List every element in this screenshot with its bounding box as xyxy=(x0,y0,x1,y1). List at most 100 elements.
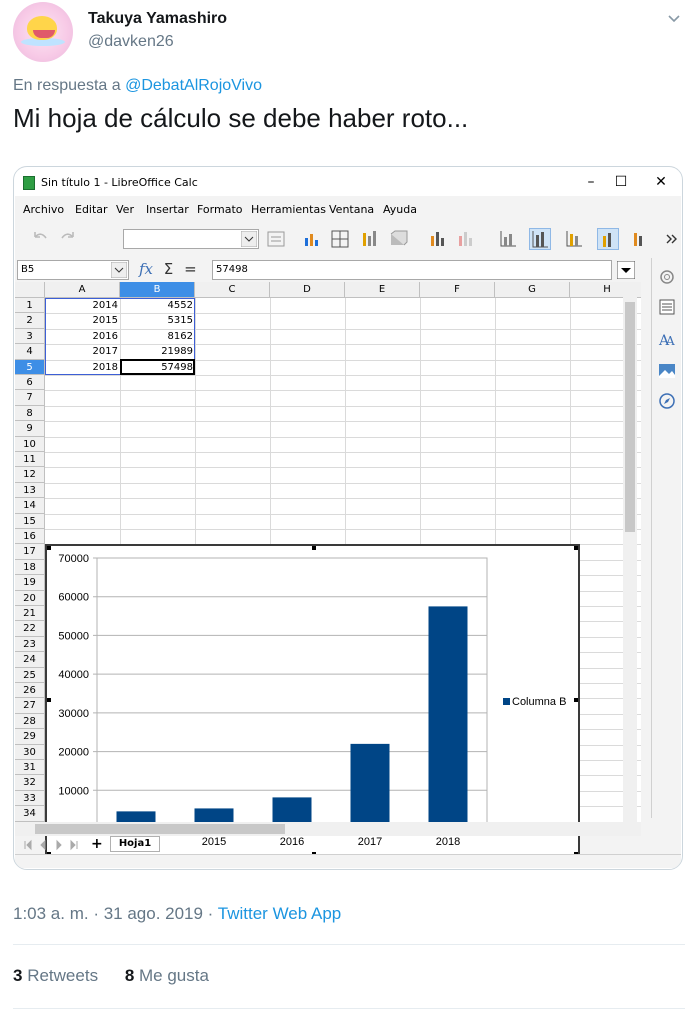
row-header[interactable]: 14 xyxy=(15,498,45,514)
toolbar-overflow-icon[interactable] xyxy=(665,228,679,250)
row-header[interactable]: 24 xyxy=(15,652,45,668)
row-header[interactable]: 25 xyxy=(15,667,45,683)
row-header[interactable]: 23 xyxy=(15,636,45,653)
horizontal-scrollbar[interactable] xyxy=(15,822,641,836)
gallery-icon[interactable] xyxy=(658,362,676,380)
row-header[interactable]: 4 xyxy=(15,344,45,360)
expand-formula-icon[interactable] xyxy=(617,261,635,279)
col-header-g[interactable]: G xyxy=(495,282,570,298)
close-button[interactable]: ✕ xyxy=(651,172,671,192)
row-header[interactable]: 8 xyxy=(15,405,45,422)
grid-line xyxy=(45,467,641,469)
row-header[interactable]: 1 xyxy=(15,298,45,314)
col-header-e[interactable]: E xyxy=(345,282,420,298)
menu-ventana[interactable]: Ventana xyxy=(329,203,374,216)
menu-ayuda[interactable]: Ayuda xyxy=(383,203,417,216)
row-header[interactable]: 6 xyxy=(15,375,45,391)
col-header-d[interactable]: D xyxy=(270,282,345,298)
row-header[interactable]: 7 xyxy=(15,390,45,406)
menu-herramientas[interactable]: Herramientas xyxy=(251,203,326,216)
vertical-scrollbar[interactable] xyxy=(623,282,637,822)
chart-grid-icon[interactable] xyxy=(329,228,351,250)
style-combo[interactable] xyxy=(123,229,259,249)
chart-3d-icon[interactable] xyxy=(387,228,409,250)
vertical-scroll-thumb[interactable] xyxy=(625,302,635,532)
row-header[interactable]: 29 xyxy=(15,729,45,745)
reply-to-link[interactable]: @DebatAlRojoVivo xyxy=(125,77,262,94)
col-header-f[interactable]: F xyxy=(420,282,495,298)
row-header[interactable]: 31 xyxy=(15,760,45,776)
name-box[interactable]: B5 xyxy=(17,260,129,280)
equals-icon[interactable]: = xyxy=(184,260,197,278)
likes-stat[interactable]: 8 Me gusta xyxy=(125,966,209,985)
chart-vgrid-icon[interactable] xyxy=(563,228,585,250)
row-header[interactable]: 12 xyxy=(15,467,45,483)
row-header[interactable]: 3 xyxy=(15,328,45,345)
format-icon[interactable] xyxy=(265,228,287,250)
menu-ver[interactable]: Ver xyxy=(116,203,134,216)
maximize-button[interactable]: ☐ xyxy=(611,172,631,192)
chart-title-icon[interactable] xyxy=(427,228,449,250)
sheet-tab[interactable]: Hoja1 xyxy=(110,836,160,852)
row-header[interactable]: 33 xyxy=(15,790,45,807)
chart-type-icon[interactable] xyxy=(301,228,323,250)
function-wizard-icon[interactable]: fx xyxy=(139,260,153,278)
author-handle[interactable]: @davken26 xyxy=(88,33,174,51)
chart-legend-icon[interactable] xyxy=(455,228,477,250)
row-header[interactable]: 15 xyxy=(15,513,45,529)
col-header-c[interactable]: C xyxy=(195,282,270,298)
sum-icon[interactable]: Σ xyxy=(164,260,173,278)
row-header[interactable]: 34 xyxy=(15,806,45,822)
undo-icon[interactable] xyxy=(29,228,51,250)
col-header-a[interactable]: A xyxy=(45,282,120,298)
avatar[interactable] xyxy=(13,2,73,62)
row-header[interactable]: 32 xyxy=(15,775,45,791)
row-header[interactable]: 27 xyxy=(15,698,45,714)
properties-icon[interactable] xyxy=(658,298,676,316)
row-header[interactable]: 19 xyxy=(15,575,45,591)
menu-editar[interactable]: Editar xyxy=(75,203,108,216)
row-header[interactable]: 26 xyxy=(15,683,45,699)
chart-data-table-icon[interactable] xyxy=(629,228,651,250)
row-header[interactable]: 28 xyxy=(15,713,45,730)
row-header[interactable]: 9 xyxy=(15,421,45,437)
chart-axes-icon[interactable] xyxy=(497,228,519,250)
row-header[interactable]: 5 xyxy=(15,359,45,375)
row-header[interactable]: 21 xyxy=(15,606,45,622)
row-header[interactable]: 18 xyxy=(15,559,45,576)
formula-input[interactable]: 57498 xyxy=(212,260,612,280)
row-header[interactable]: 30 xyxy=(15,744,45,760)
author-name[interactable]: Takuya Yamashiro xyxy=(88,10,227,28)
add-sheet-icon[interactable]: + xyxy=(91,836,103,852)
row-header[interactable]: 20 xyxy=(15,590,45,606)
tweet-time[interactable]: 1:03 a. m. · 31 ago. 2019 · xyxy=(13,904,213,923)
gear-icon[interactable] xyxy=(658,268,676,286)
row-header[interactable]: 10 xyxy=(15,436,45,452)
row-header[interactable]: 2 xyxy=(15,313,45,329)
chart-area-button[interactable] xyxy=(597,228,619,250)
embedded-chart[interactable]: 0100002000030000400005000060000700002014… xyxy=(45,544,580,858)
menu-formato[interactable]: Formato xyxy=(197,203,243,216)
row-header[interactable]: 13 xyxy=(15,482,45,499)
select-all-corner[interactable] xyxy=(15,282,45,298)
menu-insertar[interactable]: Insertar xyxy=(146,203,189,216)
chart-hgrid-button[interactable] xyxy=(529,228,551,250)
navigator-icon[interactable] xyxy=(658,392,676,410)
col-header-b[interactable]: B xyxy=(120,282,195,298)
horizontal-scroll-thumb[interactable] xyxy=(35,824,285,834)
row-header[interactable]: 22 xyxy=(15,621,45,637)
row-header[interactable]: 11 xyxy=(15,452,45,468)
menu-archivo[interactable]: Archivo xyxy=(23,203,64,216)
tweet-media[interactable]: Sin título 1 - LibreOffice Calc – ☐ ✕ Ar… xyxy=(13,166,683,870)
redo-icon[interactable] xyxy=(57,228,79,250)
retweets-stat[interactable]: 3 Retweets xyxy=(13,966,98,985)
tab-nav-arrows-icon[interactable] xyxy=(23,839,83,851)
minimize-button[interactable]: – xyxy=(581,172,601,192)
tweet-source[interactable]: Twitter Web App xyxy=(218,904,341,923)
chart-wall-icon[interactable] xyxy=(359,228,381,250)
styles-icon[interactable]: AA xyxy=(658,330,676,348)
row-header[interactable]: 17 xyxy=(15,544,45,560)
active-cell[interactable] xyxy=(120,359,195,375)
chevron-down-icon[interactable] xyxy=(667,12,681,26)
row-header[interactable]: 16 xyxy=(15,529,45,545)
